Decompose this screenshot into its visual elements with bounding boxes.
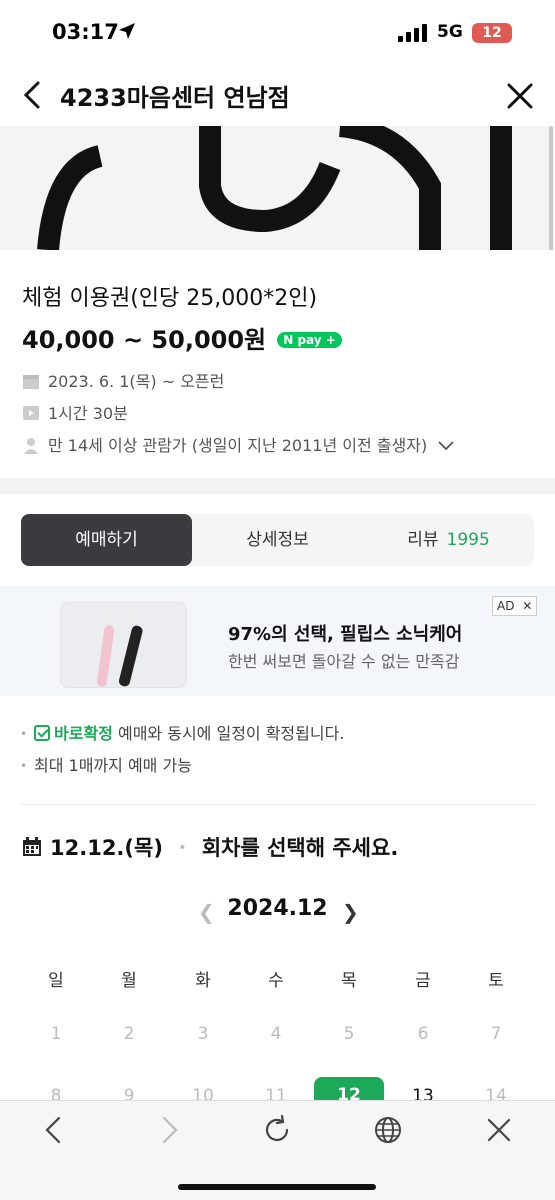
tab-bar: 예매하기 상세정보 리뷰 1995 <box>21 514 534 566</box>
status-time: 03:17 <box>52 20 119 44</box>
weekday-fri: 금 <box>415 971 431 991</box>
limit-text: 최대 1매까지 예매 가능 <box>34 756 192 775</box>
globe-icon[interactable] <box>371 1113 405 1147</box>
weekday-mon: 월 <box>121 971 137 991</box>
npay-badge: N pay + <box>277 332 342 348</box>
page-title: 4233마음센터 연남점 <box>60 84 290 112</box>
review-count: 1995 <box>446 530 490 550</box>
tab-reviews[interactable]: 리뷰 1995 <box>363 514 534 566</box>
nav-bar: 4233마음센터 연남점 <box>0 66 555 124</box>
play-icon <box>23 406 39 420</box>
price: 40,000 ~ 50,000원 <box>22 326 267 354</box>
note-limit: 최대 1매까지 예매 가능 <box>20 752 344 784</box>
booking-notes: 바로확정 예매와 동시에 일정이 확정됩니다. 최대 1매까지 예매 가능 <box>20 720 344 784</box>
toothbrush-image <box>96 609 143 687</box>
product-info: 체험 이용권(인당 25,000*2인) 40,000 ~ 50,000원 N … <box>0 250 555 478</box>
prev-month-icon[interactable]: ❮ <box>198 900 215 924</box>
calendar-icon <box>23 837 41 856</box>
battery-indicator: 12 <box>472 23 512 43</box>
ad-title: 97%의 선택, 필립스 소닉케어 <box>228 624 463 645</box>
section-divider <box>0 478 555 494</box>
month-label: 2024.12 <box>227 896 328 921</box>
poster-banner <box>0 126 555 250</box>
calendar-day: 7 <box>490 1024 502 1044</box>
back-icon[interactable] <box>38 1113 72 1147</box>
ad-close-icon[interactable]: ✕ <box>522 599 532 613</box>
divider <box>20 804 535 805</box>
selected-date: 12.12.(목) <box>50 836 163 860</box>
info-date: 2023. 6. 1(목) ~ 오픈런 <box>22 368 224 392</box>
calendar-day: 1 <box>50 1024 62 1044</box>
info-date-text: 2023. 6. 1(목) ~ 오픈런 <box>48 372 225 391</box>
close-icon[interactable] <box>482 1113 516 1147</box>
info-age[interactable]: 만 14세 이상 관람가 (생일이 지난 2011년 이전 출생자) <box>22 432 454 456</box>
close-icon[interactable] <box>506 82 534 110</box>
forward-icon[interactable] <box>151 1113 185 1147</box>
home-indicator <box>178 1184 376 1190</box>
poster-graphic <box>37 126 512 250</box>
tab-details[interactable]: 상세정보 <box>192 514 363 566</box>
tab-booking[interactable]: 예매하기 <box>21 514 192 566</box>
month-navigation: ❮ 2024.12 ❯ <box>0 896 555 924</box>
calendar-day: 3 <box>197 1024 209 1044</box>
calendar-day: 2 <box>123 1024 135 1044</box>
weekday-sun: 일 <box>48 971 64 991</box>
ad-subtitle: 한번 써보면 돌아갈 수 없는 만족감 <box>228 652 460 671</box>
confirm-label: 바로확정 <box>54 724 113 743</box>
price-row: 40,000 ~ 50,000원 N pay + <box>22 320 342 354</box>
person-icon <box>24 438 38 454</box>
status-bar: 03:17 5G 12 <box>0 0 555 66</box>
product-title: 체험 이용권(인당 25,000*2인) <box>22 286 318 311</box>
next-month-icon[interactable]: ❯ <box>342 900 359 924</box>
calendar-day: 6 <box>417 1024 429 1044</box>
ad-label: AD <box>497 599 515 613</box>
ad-banner[interactable]: 97%의 선택, 필립스 소닉케어 한번 써보면 돌아갈 수 없는 만족감 <box>0 586 555 696</box>
signal-icon <box>398 24 427 42</box>
note-confirm: 바로확정 예매와 동시에 일정이 확정됩니다. <box>20 720 344 752</box>
info-duration: 1시간 30분 <box>22 400 128 424</box>
calendar-day: 5 <box>343 1024 355 1044</box>
calendar-icon <box>23 375 39 389</box>
ad-thumbnail <box>60 602 187 688</box>
calendar-day: 4 <box>270 1024 282 1044</box>
info-age-text: 만 14세 이상 관람가 (생일이 지난 2011년 이전 출생자) <box>48 436 428 455</box>
info-duration-text: 1시간 30분 <box>48 404 128 423</box>
reload-icon[interactable] <box>260 1113 294 1147</box>
location-arrow-icon <box>119 23 135 39</box>
back-icon[interactable] <box>20 80 48 110</box>
selected-date-header: 12.12.(목) • 회차를 선택해 주세요. <box>22 832 398 862</box>
tab-reviews-label: 리뷰 <box>407 530 439 550</box>
confirm-text: 예매와 동시에 일정이 확정됩니다. <box>112 724 345 743</box>
session-prompt: 회차를 선택해 주세요. <box>201 836 399 860</box>
chevron-down-icon[interactable] <box>438 441 454 451</box>
check-icon <box>34 725 50 741</box>
weekday-tue: 화 <box>195 971 211 991</box>
weekday-wed: 수 <box>268 971 284 991</box>
weekday-thu: 목 <box>341 971 357 991</box>
weekday-sat: 토 <box>488 971 504 991</box>
ad-badge[interactable]: AD ✕ <box>492 596 538 616</box>
network-label: 5G <box>437 22 463 42</box>
